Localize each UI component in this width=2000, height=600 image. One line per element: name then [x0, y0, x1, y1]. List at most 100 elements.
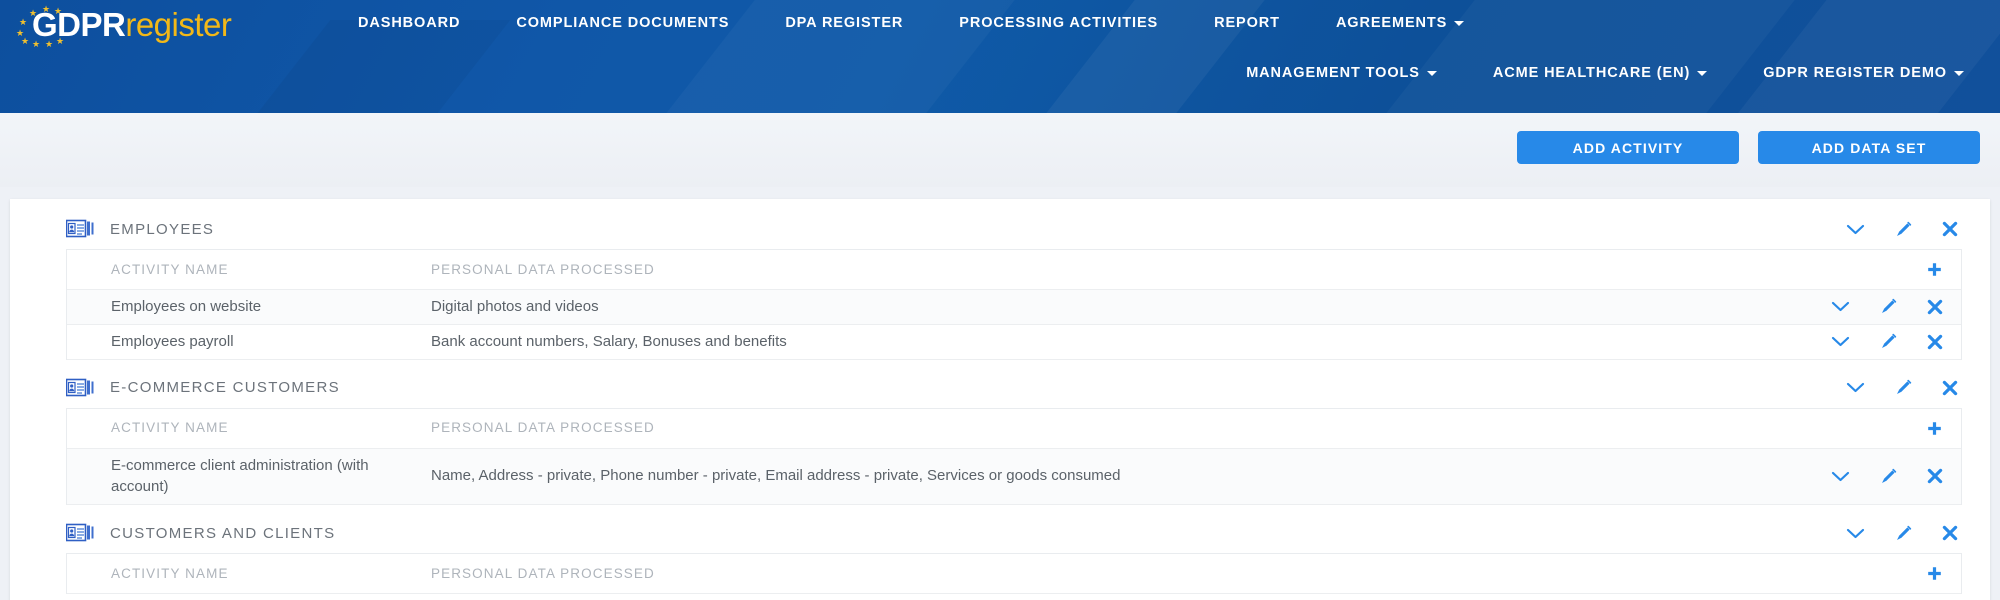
close-x-icon[interactable] [1927, 468, 1943, 484]
table-header-row: ACTIVITY NAME PERSONAL DATA PROCESSED [67, 250, 1961, 290]
table-row[interactable]: Employees payroll Bank account numbers, … [67, 325, 1961, 360]
data-set-group-title: CUSTOMERS AND CLIENTS [110, 525, 335, 542]
activities-table: ACTIVITY NAME PERSONAL DATA PROCESSED E-… [66, 408, 1962, 506]
page-toolbar: ADD ACTIVITY ADD DATA SET [0, 113, 2000, 187]
plus-icon[interactable] [1926, 261, 1943, 278]
top-navigation-bar: ★ ★ ★ ★ ★ ★ ★ ★ ★ GDPRregister DASHBOARD… [0, 0, 2000, 113]
nav-item-compliance-documents[interactable]: COMPLIANCE DOCUMENTS [488, 9, 757, 37]
data-set-group-title: E-COMMERCE CUSTOMERS [110, 379, 340, 396]
nav-item-label: AGREEMENTS [1336, 15, 1447, 31]
secondary-nav-links: MANAGEMENT TOOLS ACME HEALTHCARE (EN) GD… [1218, 50, 1992, 95]
nav-item-dpa-register[interactable]: DPA REGISTER [757, 9, 931, 37]
nav-item-dashboard[interactable]: DASHBOARD [330, 9, 488, 37]
nav-item-management-tools[interactable]: MANAGEMENT TOOLS [1218, 59, 1465, 87]
activities-table: ACTIVITY NAME PERSONAL DATA PROCESSED [66, 553, 1962, 594]
table-row-actions [1831, 290, 1943, 324]
data-set-group-2: CUSTOMERS AND CLIENTS ACTIVITY NAME PERS… [10, 513, 1990, 600]
column-header-personal-data: PERSONAL DATA PROCESSED [431, 412, 1961, 444]
id-badge-icon [66, 522, 96, 544]
chevron-down-icon[interactable] [1846, 381, 1865, 394]
close-x-icon[interactable] [1927, 334, 1943, 350]
close-x-icon[interactable] [1942, 525, 1958, 541]
table-row[interactable]: Employees on website Digital photos and … [67, 290, 1961, 325]
cell-personal-data: Bank account numbers, Salary, Bonuses an… [431, 325, 1961, 359]
data-set-group-header[interactable]: EMPLOYEES [10, 209, 1990, 249]
nav-item-label: PROCESSING ACTIVITIES [959, 15, 1158, 31]
nav-item-account-menu[interactable]: GDPR REGISTER DEMO [1735, 59, 1992, 87]
chevron-down-icon[interactable] [1831, 335, 1850, 348]
column-header-personal-data: PERSONAL DATA PROCESSED [431, 254, 1961, 286]
id-badge-icon [66, 377, 96, 399]
add-activity-button[interactable]: ADD ACTIVITY [1517, 131, 1739, 164]
id-badge-icon [66, 218, 96, 240]
activities-table: ACTIVITY NAME PERSONAL DATA PROCESSED Em… [66, 249, 1962, 360]
plus-icon[interactable] [1926, 565, 1943, 582]
cell-activity-name: E-commerce client administration (with a… [111, 449, 431, 505]
nav-item-organization-selector[interactable]: ACME HEALTHCARE (EN) [1465, 59, 1735, 87]
eu-stars-icon: ★ ★ ★ ★ ★ ★ ★ ★ ★ [14, 2, 76, 48]
data-set-group-actions [1846, 368, 1958, 408]
toolbar-action-group: ADD ACTIVITY ADD DATA SET [1517, 131, 1980, 164]
nav-item-label: MANAGEMENT TOOLS [1246, 65, 1420, 81]
pencil-icon[interactable] [1880, 468, 1897, 485]
column-header-activity-name: ACTIVITY NAME [111, 558, 431, 590]
close-x-icon[interactable] [1942, 221, 1958, 237]
brand-word-register: register [125, 6, 231, 43]
close-x-icon[interactable] [1942, 380, 1958, 396]
data-set-group-actions [1846, 513, 1958, 553]
chevron-down-icon [1954, 71, 1964, 76]
data-set-group-list: EMPLOYEES ACTIVITY NAME PERSONAL DATA PR… [10, 209, 1990, 600]
brand-logo[interactable]: ★ ★ ★ ★ ★ ★ ★ ★ ★ GDPRregister [14, 2, 231, 48]
chevron-down-icon [1454, 21, 1464, 26]
nav-item-label: DPA REGISTER [785, 15, 903, 31]
pencil-icon[interactable] [1880, 298, 1897, 315]
processing-activities-card: EMPLOYEES ACTIVITY NAME PERSONAL DATA PR… [10, 199, 1990, 600]
chevron-down-icon[interactable] [1831, 300, 1850, 313]
data-set-group-1: E-COMMERCE CUSTOMERS ACTIVITY NAME PERSO… [10, 368, 1990, 514]
pencil-icon[interactable] [1880, 333, 1897, 350]
data-set-group-header[interactable]: CUSTOMERS AND CLIENTS [10, 513, 1990, 553]
nav-item-label: COMPLIANCE DOCUMENTS [516, 15, 729, 31]
column-header-personal-data: PERSONAL DATA PROCESSED [431, 558, 1961, 590]
table-header-actions [1926, 250, 1943, 289]
table-body: Employees on website Digital photos and … [67, 290, 1961, 360]
cell-activity-name: Employees payroll [111, 325, 431, 359]
close-x-icon[interactable] [1927, 299, 1943, 315]
pencil-icon[interactable] [1895, 525, 1912, 542]
cell-activity-name: Employees on website [111, 290, 431, 324]
nav-item-label: ACME HEALTHCARE (EN) [1493, 65, 1690, 81]
chevron-down-icon[interactable] [1846, 527, 1865, 540]
page-content: EMPLOYEES ACTIVITY NAME PERSONAL DATA PR… [0, 187, 2000, 600]
table-row-actions [1831, 449, 1943, 505]
nav-item-processing-activities[interactable]: PROCESSING ACTIVITIES [931, 9, 1186, 37]
table-header-row: ACTIVITY NAME PERSONAL DATA PROCESSED [67, 409, 1961, 449]
chevron-down-icon [1697, 71, 1707, 76]
table-body: E-commerce client administration (with a… [67, 449, 1961, 506]
data-set-group-0: EMPLOYEES ACTIVITY NAME PERSONAL DATA PR… [10, 209, 1990, 368]
table-row-actions [1831, 325, 1943, 359]
table-header-actions [1926, 409, 1943, 448]
table-row[interactable]: E-commerce client administration (with a… [67, 449, 1961, 506]
nav-item-label: DASHBOARD [358, 15, 460, 31]
chevron-down-icon [1427, 71, 1437, 76]
chevron-down-icon[interactable] [1846, 223, 1865, 236]
chevron-down-icon[interactable] [1831, 470, 1850, 483]
table-header-row: ACTIVITY NAME PERSONAL DATA PROCESSED [67, 554, 1961, 594]
add-data-set-button[interactable]: ADD DATA SET [1758, 131, 1980, 164]
plus-icon[interactable] [1926, 420, 1943, 437]
cell-personal-data: Digital photos and videos [431, 290, 1961, 324]
pencil-icon[interactable] [1895, 221, 1912, 238]
data-set-group-header[interactable]: E-COMMERCE CUSTOMERS [10, 368, 1990, 408]
nav-item-label: GDPR REGISTER DEMO [1763, 65, 1947, 81]
column-header-activity-name: ACTIVITY NAME [111, 254, 431, 286]
data-set-group-title: EMPLOYEES [110, 221, 214, 238]
data-set-group-actions [1846, 209, 1958, 249]
pencil-icon[interactable] [1895, 379, 1912, 396]
cell-personal-data: Name, Address - private, Phone number - … [431, 459, 1961, 493]
column-header-activity-name: ACTIVITY NAME [111, 412, 431, 444]
nav-item-label: REPORT [1214, 15, 1280, 31]
primary-nav-links: DASHBOARD COMPLIANCE DOCUMENTS DPA REGIS… [330, 0, 1492, 45]
nav-item-report[interactable]: REPORT [1186, 9, 1308, 37]
nav-item-agreements[interactable]: AGREEMENTS [1308, 9, 1492, 37]
table-header-actions [1926, 554, 1943, 593]
